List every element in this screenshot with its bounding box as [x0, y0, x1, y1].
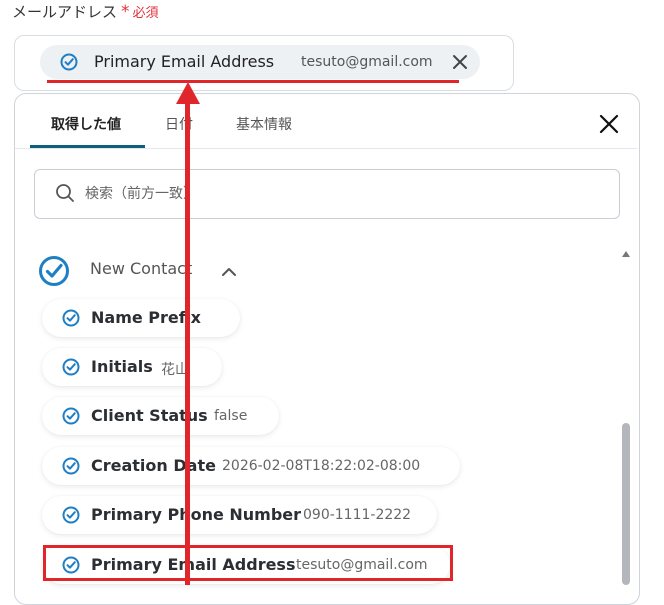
list-item[interactable]: Initials 花山: [42, 348, 222, 386]
item-value: 090-1111-2222: [303, 507, 412, 523]
arrow-up-icon: [176, 82, 200, 108]
close-icon[interactable]: [452, 54, 468, 70]
scrollbar-thumb[interactable]: [622, 423, 630, 585]
search-field[interactable]: [34, 169, 620, 219]
check-circle-icon: [62, 457, 80, 479]
item-label: Creation Date: [91, 456, 216, 475]
tab-divider: [15, 148, 637, 149]
field-label-row: メールアドレス * 必須: [12, 1, 159, 22]
search-input[interactable]: [83, 182, 587, 206]
check-circle-icon: [62, 407, 80, 429]
item-value: false: [214, 408, 248, 424]
check-circle-icon: [62, 309, 80, 331]
list-item[interactable]: Client Status false: [42, 397, 279, 435]
required-text: 必須: [132, 6, 159, 21]
item-label: Primary Phone Number: [91, 505, 302, 524]
check-circle-icon: [62, 358, 80, 380]
item-label: Initials: [91, 357, 153, 376]
item-value: 2026-02-08T18:22:02-08:00: [222, 458, 421, 474]
search-icon: [55, 183, 75, 207]
annotation-arrow-line: [185, 100, 190, 585]
highlight-underline: [47, 80, 459, 83]
highlight-box: [43, 545, 453, 581]
item-label: Client Status: [91, 406, 208, 425]
close-icon[interactable]: [598, 113, 620, 135]
field-label: メールアドレス: [12, 3, 118, 21]
check-circle-icon: [60, 53, 78, 75]
group-title[interactable]: New Contact: [90, 259, 192, 278]
check-circle-icon: [38, 255, 70, 291]
list-item[interactable]: Name Prefix: [42, 299, 240, 337]
selected-chip-label: Primary Email Address: [94, 52, 275, 71]
list-item[interactable]: Primary Phone Number 090-1111-2222: [42, 496, 437, 534]
selected-chip-value: tesuto@gmail.com: [301, 54, 433, 70]
chevron-up-icon[interactable]: [221, 263, 237, 282]
tab-basic-info[interactable]: 基本情報: [236, 114, 292, 134]
scroll-up-arrow[interactable]: [621, 243, 631, 262]
check-circle-icon: [62, 506, 80, 528]
list-item[interactable]: Creation Date 2026-02-08T18:22:02-08:00: [42, 447, 460, 485]
tab-retrieved-values[interactable]: 取得した値: [51, 114, 121, 134]
selected-value-chip[interactable]: Primary Email Address tesuto@gmail.com: [40, 45, 480, 79]
required-mark: *: [121, 2, 130, 22]
